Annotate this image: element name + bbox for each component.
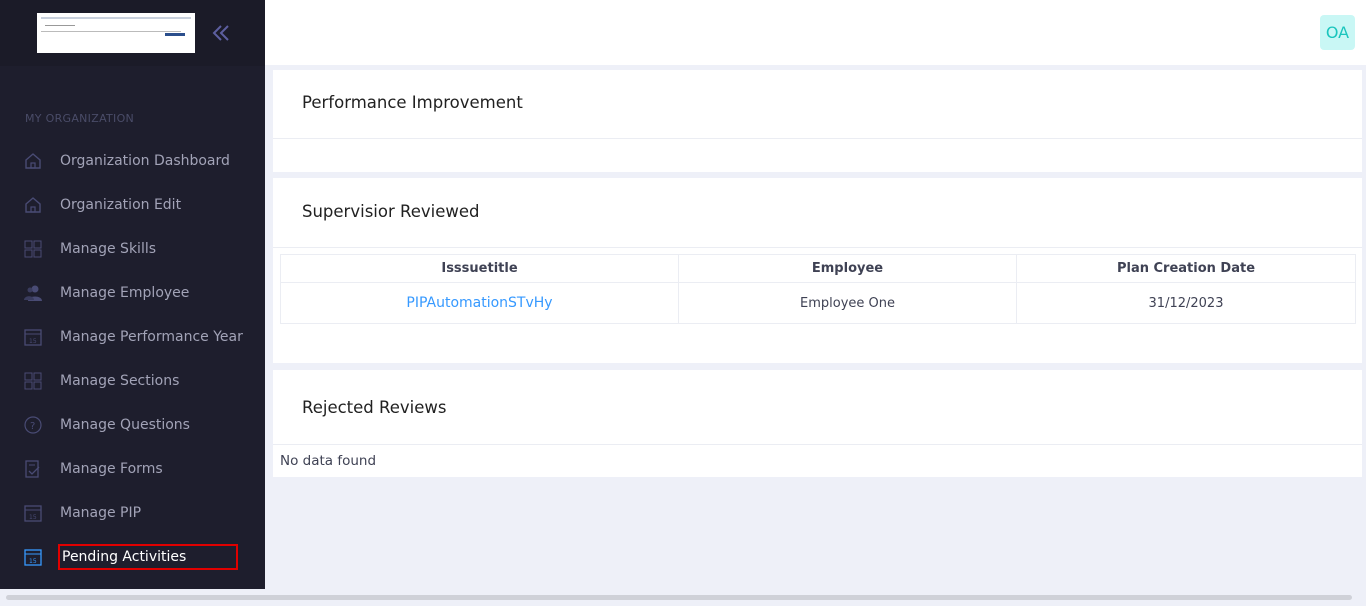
column-header-employee: Employee xyxy=(678,254,1017,283)
grid-icon xyxy=(24,372,42,390)
table-header-row: Isssuetitle Employee Plan Creation Date xyxy=(280,254,1356,283)
horizontal-scrollbar[interactable] xyxy=(6,595,1352,600)
issue-title-link[interactable]: PIPAutomationSTvHy xyxy=(406,295,552,311)
column-header-issue-title: Isssuetitle xyxy=(280,254,679,283)
home-icon xyxy=(24,196,42,214)
sidebar-item-label: Organization Edit xyxy=(60,197,182,213)
performance-improvement-card: Performance Improvement xyxy=(273,70,1362,172)
question-icon: ? xyxy=(24,416,42,434)
home-icon xyxy=(24,152,42,170)
table-row: PIPAutomationSTvHy Employee One 31/12/20… xyxy=(280,282,1356,324)
card-title: Rejected Reviews xyxy=(302,398,447,417)
sidebar-item-label: Manage Employee xyxy=(60,285,190,301)
user-group-icon xyxy=(24,284,42,302)
sidebar-item-manage-employee[interactable]: Manage Employee xyxy=(0,271,265,315)
card-title: Performance Improvement xyxy=(302,93,523,112)
card-title: Supervisior Reviewed xyxy=(302,202,480,221)
divider xyxy=(273,138,1362,139)
calendar-icon: 15 xyxy=(24,328,42,346)
logo-thumbnail[interactable] xyxy=(25,13,195,53)
supervisor-reviewed-table: Isssuetitle Employee Plan Creation Date … xyxy=(280,254,1356,324)
divider xyxy=(273,444,1362,445)
sidebar-item-label: Pending Activities xyxy=(58,544,238,570)
sidebar-item-manage-performance-year[interactable]: 15 Manage Performance Year xyxy=(0,315,265,359)
sidebar-item-manage-forms[interactable]: Manage Forms xyxy=(0,447,265,491)
rejected-reviews-card: Rejected Reviews No data found xyxy=(273,370,1362,477)
divider xyxy=(273,247,1362,248)
grid-icon xyxy=(24,240,42,258)
sidebar-item-manage-skills[interactable]: Manage Skills xyxy=(0,227,265,271)
column-header-plan-creation-date: Plan Creation Date xyxy=(1016,254,1356,283)
svg-text:15: 15 xyxy=(29,558,37,565)
top-header: OA xyxy=(265,0,1366,65)
user-avatar[interactable]: OA xyxy=(1320,15,1355,50)
double-chevron-left-icon[interactable] xyxy=(208,20,234,46)
sidebar-item-label: Manage Questions xyxy=(60,417,190,433)
sidebar-item-label: Manage Sections xyxy=(60,373,180,389)
plan-creation-date-cell: 31/12/2023 xyxy=(1016,282,1356,324)
sidebar: MY ORGANIZATION Organization Dashboard O… xyxy=(0,0,265,589)
sidebar-item-label: Manage Forms xyxy=(60,461,163,477)
sidebar-nav: Organization Dashboard Organization Edit… xyxy=(0,139,265,579)
calendar-icon: 15 xyxy=(24,504,42,522)
issue-title-cell: PIPAutomationSTvHy xyxy=(280,282,679,324)
sidebar-item-label: Manage Performance Year xyxy=(60,329,243,345)
sidebar-item-label: Manage PIP xyxy=(60,505,142,521)
sidebar-header xyxy=(0,0,265,66)
form-icon xyxy=(24,460,42,478)
empty-state-text: No data found xyxy=(280,453,377,469)
collapse-sidebar-button[interactable] xyxy=(208,20,234,46)
sidebar-item-manage-sections[interactable]: Manage Sections xyxy=(0,359,265,403)
sidebar-item-label: Organization Dashboard xyxy=(60,153,230,169)
svg-text:15: 15 xyxy=(29,338,37,345)
sidebar-section-title: MY ORGANIZATION xyxy=(25,112,135,125)
svg-text:?: ? xyxy=(30,421,35,432)
svg-text:15: 15 xyxy=(29,514,37,521)
sidebar-item-manage-questions[interactable]: ? Manage Questions xyxy=(0,403,265,447)
employee-cell: Employee One xyxy=(678,282,1017,324)
sidebar-item-organization-dashboard[interactable]: Organization Dashboard xyxy=(0,139,265,183)
sidebar-item-label: Manage Skills xyxy=(60,241,157,257)
sidebar-item-organization-edit[interactable]: Organization Edit xyxy=(0,183,265,227)
calendar-icon: 15 xyxy=(24,548,42,566)
sidebar-item-manage-pip[interactable]: 15 Manage PIP xyxy=(0,491,265,535)
supervisor-reviewed-card: Supervisior Reviewed Isssuetitle Employe… xyxy=(273,178,1362,363)
sidebar-item-pending-activities[interactable]: 15 Pending Activities xyxy=(0,535,265,579)
